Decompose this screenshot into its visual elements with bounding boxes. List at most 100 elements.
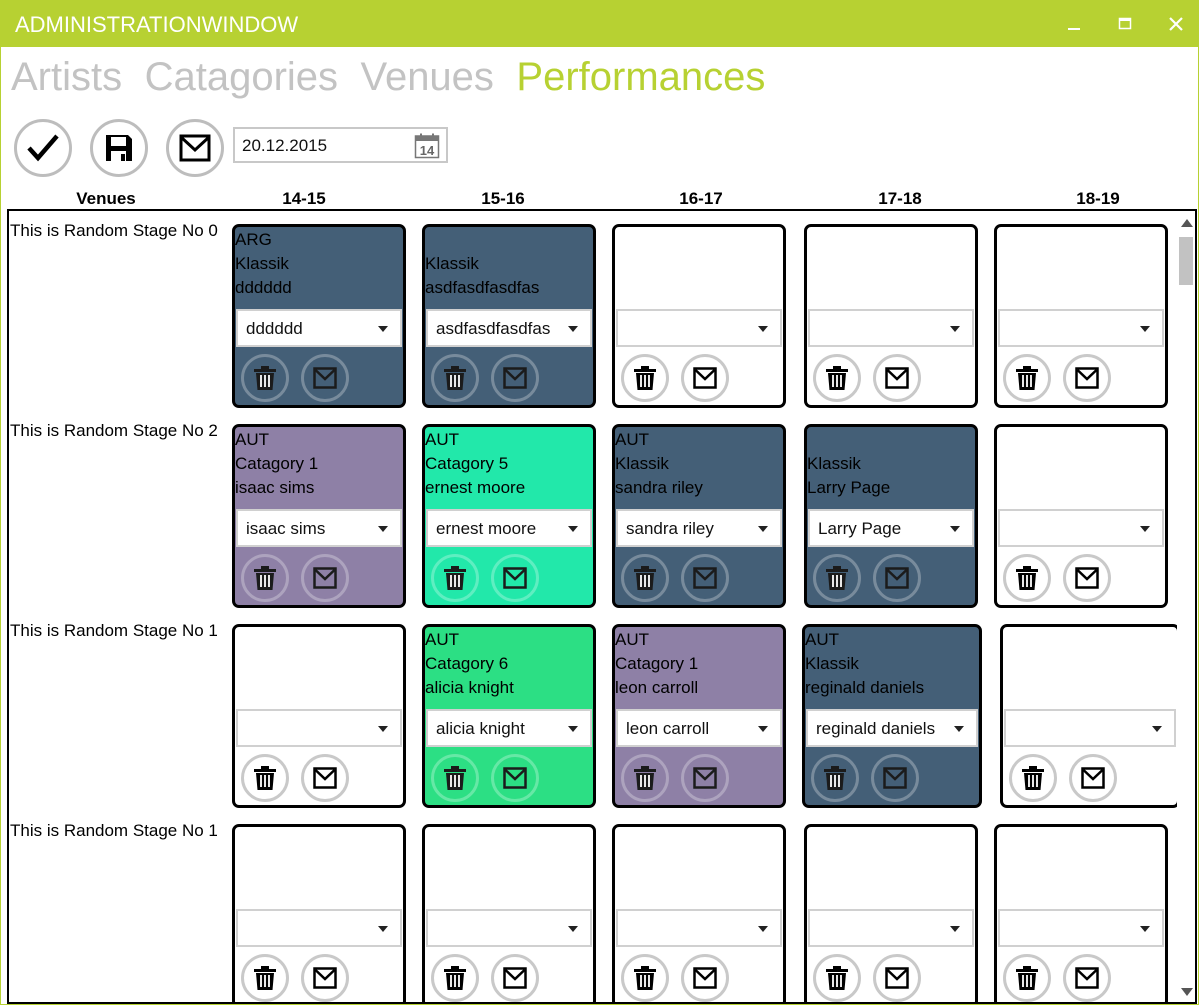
delete-performance-button[interactable] <box>241 954 289 1002</box>
delete-performance-button[interactable] <box>621 354 669 402</box>
performance-slot[interactable]: AUT Catagory 6 alicia knight alicia knig… <box>422 624 596 808</box>
artist-dropdown[interactable]: ernest moore <box>426 509 592 547</box>
mail-performance-button[interactable] <box>491 954 539 1002</box>
mail-all-button[interactable] <box>166 119 224 177</box>
performance-slot[interactable] <box>994 824 1168 1002</box>
artist-dropdown[interactable]: alicia knight <box>426 709 592 747</box>
delete-performance-button[interactable] <box>431 554 479 602</box>
performance-slot[interactable] <box>804 824 978 1002</box>
delete-performance-button[interactable] <box>241 554 289 602</box>
performance-slot[interactable]: Klassik Larry Page Larry Page <box>804 424 978 608</box>
save-button[interactable] <box>90 119 148 177</box>
minimize-button[interactable] <box>1058 9 1090 39</box>
confirm-button[interactable] <box>14 119 72 177</box>
performance-grid[interactable]: This is Random Stage No 0 ARG Klassik dd… <box>7 209 1197 1004</box>
scroll-thumb[interactable] <box>1179 237 1193 285</box>
performance-slot[interactable] <box>994 424 1168 608</box>
mail-performance-button[interactable] <box>873 954 921 1002</box>
delete-performance-button[interactable] <box>813 554 861 602</box>
performance-slot[interactable] <box>1000 624 1180 808</box>
artist-dropdown[interactable] <box>426 909 592 947</box>
artist-dropdown[interactable] <box>1004 709 1176 747</box>
performance-slot[interactable]: AUT Catagory 5 ernest moore ernest moore <box>422 424 596 608</box>
delete-performance-button[interactable] <box>621 754 669 802</box>
artist-dropdown[interactable] <box>236 909 402 947</box>
mail-performance-button[interactable] <box>301 954 349 1002</box>
performance-slot[interactable]: AUT Klassik sandra riley sandra riley <box>612 424 786 608</box>
performance-slot[interactable] <box>994 224 1168 408</box>
delete-performance-button[interactable] <box>431 954 479 1002</box>
mail-performance-button[interactable] <box>491 554 539 602</box>
mail-performance-button[interactable] <box>871 754 919 802</box>
artist-dropdown[interactable]: leon carroll <box>616 709 782 747</box>
vertical-scrollbar[interactable] <box>1177 211 1195 1002</box>
performance-slot[interactable] <box>232 624 406 808</box>
delete-performance-button[interactable] <box>241 754 289 802</box>
mail-performance-button[interactable] <box>491 354 539 402</box>
artist-dropdown[interactable] <box>616 909 782 947</box>
artist-dropdown[interactable] <box>616 309 782 347</box>
artist-dropdown[interactable]: asdfasdfasdfas <box>426 309 592 347</box>
mail-performance-button[interactable] <box>1063 954 1111 1002</box>
artist-dropdown[interactable] <box>236 709 402 747</box>
mail-performance-button[interactable] <box>681 554 729 602</box>
delete-performance-button[interactable] <box>813 354 861 402</box>
calendar-icon[interactable]: 14 <box>414 133 440 159</box>
performance-slot[interactable] <box>612 224 786 408</box>
mail-performance-button[interactable] <box>681 354 729 402</box>
slot-category: Klassik <box>615 454 669 473</box>
delete-performance-button[interactable] <box>431 354 479 402</box>
title-bar[interactable]: ADMINISTRATIONWINDOW <box>1 1 1198 47</box>
mail-performance-button[interactable] <box>1063 354 1111 402</box>
performance-slot[interactable] <box>422 824 596 1002</box>
performance-slot[interactable] <box>804 224 978 408</box>
mail-performance-button[interactable] <box>1063 554 1111 602</box>
performance-slot[interactable] <box>612 824 786 1002</box>
mail-performance-button[interactable] <box>873 354 921 402</box>
close-button[interactable] <box>1160 9 1192 39</box>
performance-slot[interactable]: AUT Catagory 1 leon carroll leon carroll <box>612 624 786 808</box>
tab-venues[interactable]: Venues <box>360 55 493 100</box>
performance-slot[interactable]: ARG Klassik dddddd dddddd <box>232 224 406 408</box>
delete-performance-button[interactable] <box>1009 754 1057 802</box>
mail-performance-button[interactable] <box>301 754 349 802</box>
mail-performance-button[interactable] <box>681 754 729 802</box>
performance-slot[interactable]: Klassik asdfasdfasdfas asdfasdfasdfas <box>422 224 596 408</box>
performance-slot[interactable] <box>232 824 406 1002</box>
tab-catagories[interactable]: Catagories <box>145 55 338 100</box>
artist-dropdown[interactable] <box>998 309 1164 347</box>
mail-performance-button[interactable] <box>681 954 729 1002</box>
delete-performance-button[interactable] <box>621 954 669 1002</box>
date-picker[interactable]: 20.12.2015 14 <box>233 127 448 163</box>
artist-dropdown[interactable]: sandra riley <box>616 509 782 547</box>
artist-dropdown[interactable] <box>998 509 1164 547</box>
maximize-button[interactable] <box>1109 9 1141 39</box>
delete-performance-button[interactable] <box>431 754 479 802</box>
mail-performance-button[interactable] <box>301 354 349 402</box>
performance-slot[interactable]: AUT Catagory 1 isaac sims isaac sims <box>232 424 406 608</box>
mail-performance-button[interactable] <box>1069 754 1117 802</box>
tab-artists[interactable]: Artists <box>11 55 122 100</box>
date-input[interactable]: 20.12.2015 <box>242 136 327 156</box>
delete-performance-button[interactable] <box>811 754 859 802</box>
delete-performance-button[interactable] <box>1003 954 1051 1002</box>
artist-dropdown[interactable] <box>808 909 974 947</box>
delete-performance-button[interactable] <box>1003 354 1051 402</box>
mail-performance-button[interactable] <box>873 554 921 602</box>
artist-dropdown[interactable]: Larry Page <box>808 509 974 547</box>
mail-performance-button[interactable] <box>491 754 539 802</box>
tab-performances[interactable]: Performances <box>516 55 765 100</box>
performance-slot[interactable]: AUT Klassik reginald daniels reginald da… <box>802 624 982 808</box>
scroll-up-arrow-icon[interactable] <box>1181 219 1193 227</box>
artist-dropdown[interactable]: reginald daniels <box>806 709 978 747</box>
artist-dropdown[interactable]: isaac sims <box>236 509 402 547</box>
delete-performance-button[interactable] <box>813 954 861 1002</box>
mail-performance-button[interactable] <box>301 554 349 602</box>
delete-performance-button[interactable] <box>1003 554 1051 602</box>
delete-performance-button[interactable] <box>621 554 669 602</box>
artist-dropdown[interactable]: dddddd <box>236 309 402 347</box>
artist-dropdown[interactable] <box>998 909 1164 947</box>
delete-performance-button[interactable] <box>241 354 289 402</box>
artist-dropdown[interactable] <box>808 309 974 347</box>
scroll-down-arrow-icon[interactable] <box>1181 988 1193 996</box>
